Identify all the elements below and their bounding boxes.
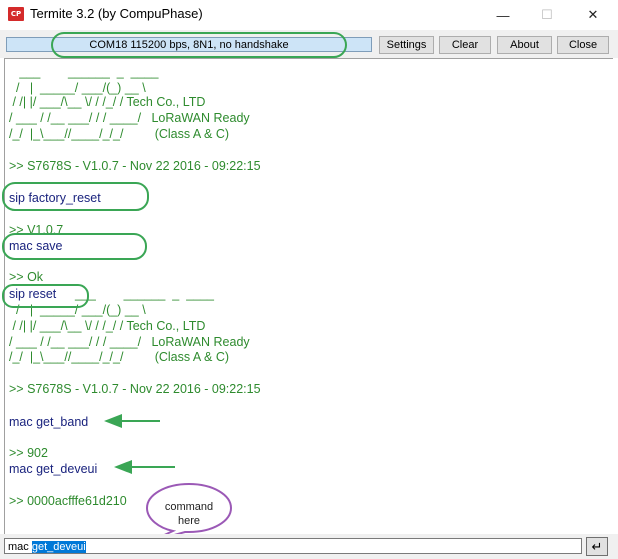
- send-button[interactable]: ↵: [586, 537, 608, 556]
- enter-icon: ↵: [591, 538, 603, 554]
- command-bar: mac get_deveui ↵: [0, 534, 618, 559]
- callout-text-line1: command: [164, 501, 214, 513]
- arrow-get-band-icon: [104, 414, 160, 428]
- mac-save-highlight-oval: [2, 233, 147, 260]
- command-input-selection: get_deveui: [31, 541, 86, 553]
- callout-text-line2: here: [177, 515, 201, 527]
- sip-reset-highlight-oval: [2, 284, 89, 308]
- factory-reset-highlight-oval: [2, 182, 149, 211]
- annotation-overlay: [2, 32, 347, 474]
- arrow-get-deveui-icon: [114, 460, 175, 474]
- command-input[interactable]: mac get_deveui: [4, 538, 582, 554]
- command-input-prefix: mac: [8, 541, 32, 553]
- status-highlight-oval: [51, 32, 347, 58]
